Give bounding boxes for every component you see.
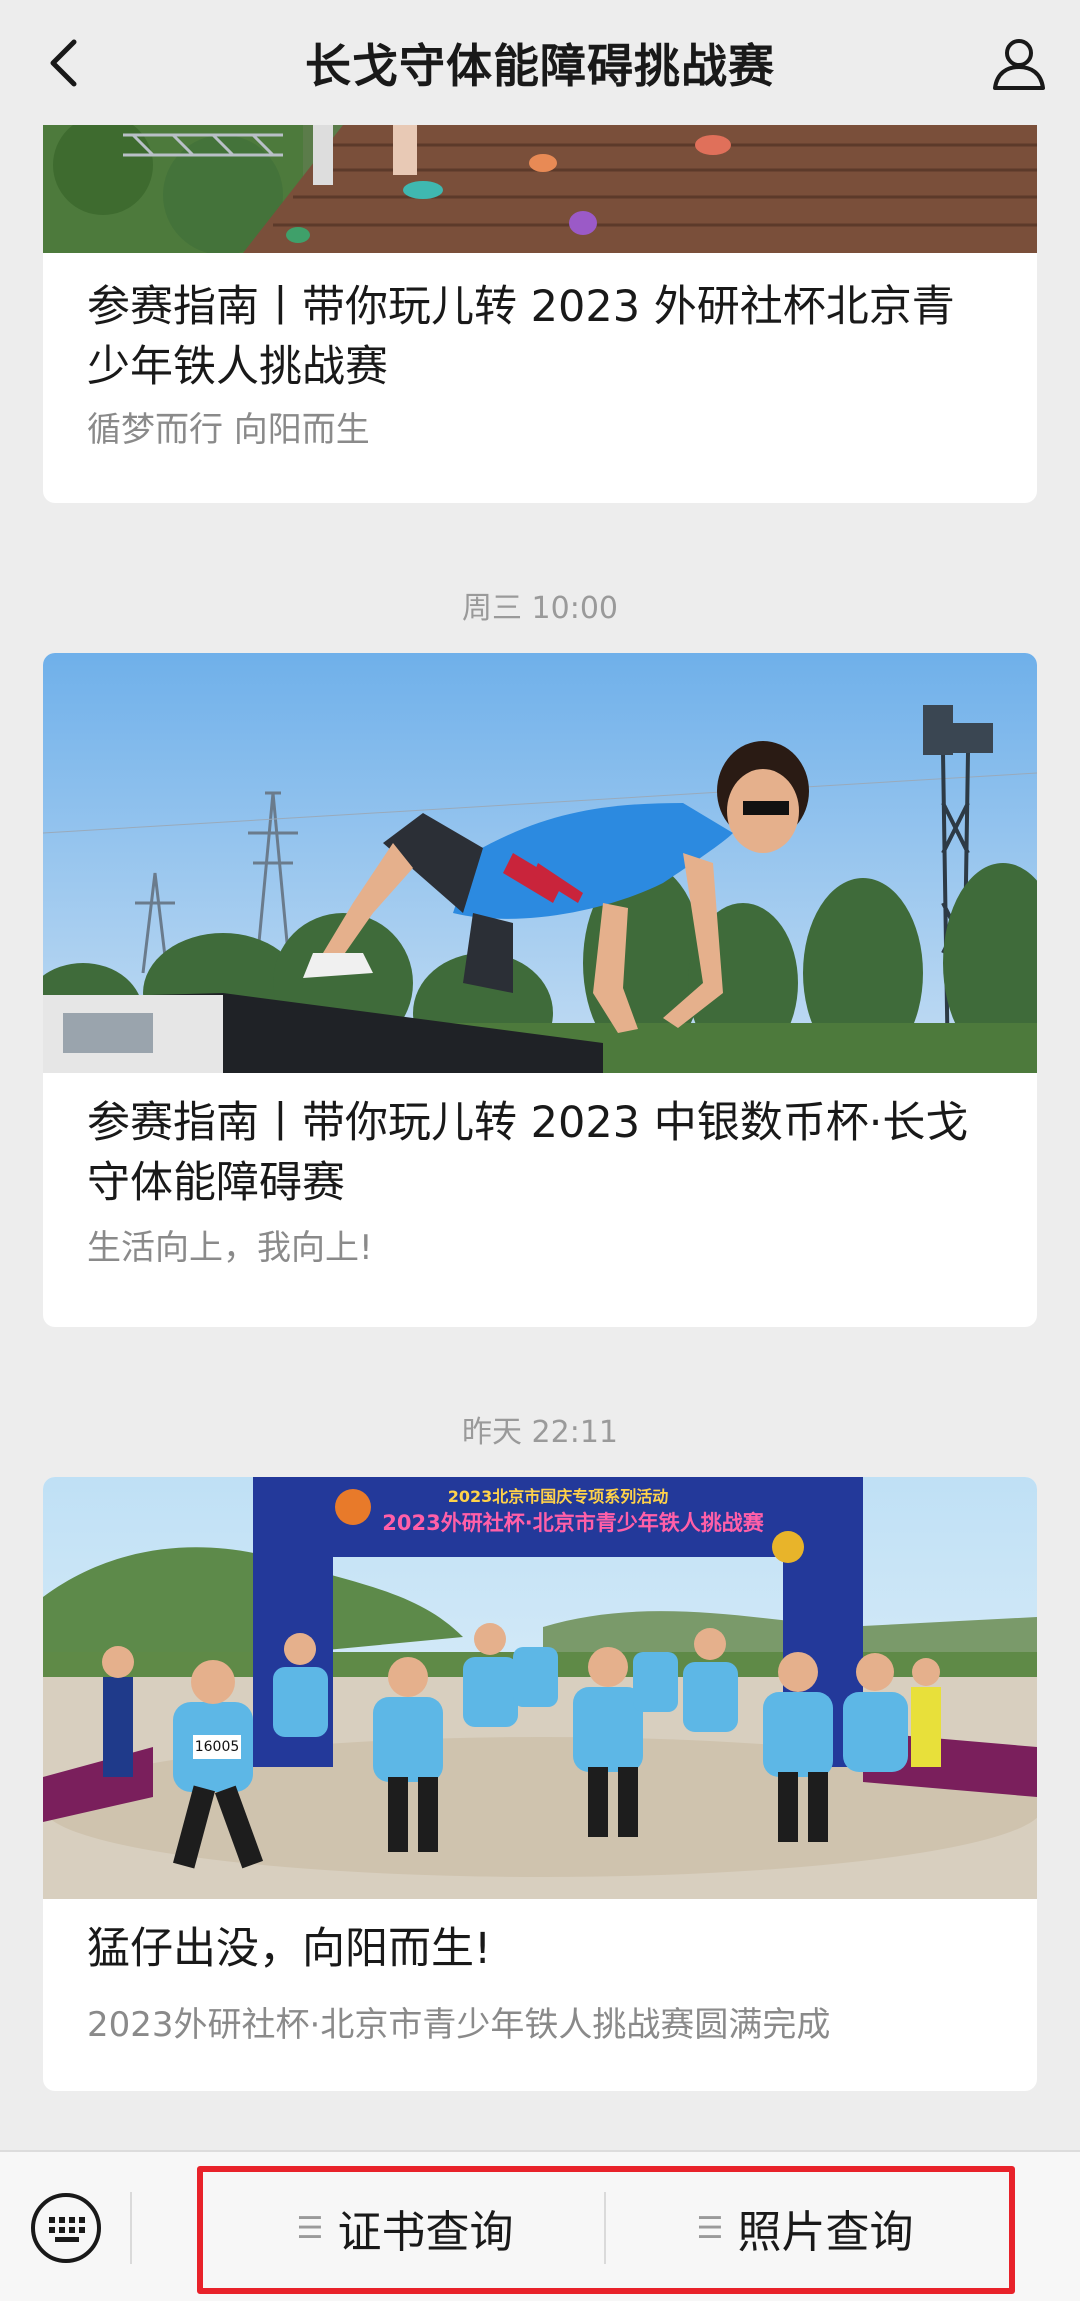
- article-cover-image: [43, 653, 1037, 1073]
- article-feed[interactable]: 参赛指南丨带你玩儿转 2023 外研社杯北京青少年铁人挑战赛 循梦而行 向阳而生…: [0, 125, 1080, 2150]
- menu-icon: ☰: [296, 2210, 324, 2246]
- article-title: 参赛指南丨带你玩儿转 2023 外研社杯北京青少年铁人挑战赛: [87, 282, 955, 392]
- image-banner-main: 2023外研社杯·北京市青少年铁人挑战赛: [382, 1511, 764, 1535]
- bottom-menu-bar: ☰ 证书查询 ☰ 照片查询: [0, 2150, 1080, 2301]
- article-card[interactable]: 参赛指南丨带你玩儿转 2023 外研社杯北京青少年铁人挑战赛 循梦而行 向阳而生: [43, 125, 1037, 503]
- keyboard-toggle-button[interactable]: [28, 2190, 104, 2266]
- photo-query-button[interactable]: ☰ 照片查询: [610, 2182, 1000, 2274]
- article-cover-image: [43, 125, 1037, 253]
- user-icon: [993, 39, 1045, 90]
- article-subtitle: 2023外研社杯·北京市青少年铁人挑战赛圆满完成: [87, 2005, 831, 2045]
- certificate-query-button[interactable]: ☰ 证书查询: [210, 2182, 600, 2274]
- article-cover-image: 2023北京市国庆专项系列活动 2023外研社杯·北京市青少年铁人挑战赛 160…: [43, 1477, 1037, 1899]
- back-button[interactable]: [34, 34, 92, 92]
- image-banner-top: 2023北京市国庆专项系列活动: [447, 1487, 669, 1506]
- article-title: 参赛指南丨带你玩儿转 2023 中银数币杯·长戈守体能障碍赛: [87, 1098, 969, 1208]
- keyboard-icon: [31, 2193, 101, 2263]
- bib-number: 16005: [193, 1735, 241, 1759]
- profile-button[interactable]: [988, 32, 1050, 94]
- article-subtitle: 循梦而行 向阳而生: [87, 410, 370, 450]
- article-title: 猛仔出没，向阳而生!: [87, 1924, 492, 1974]
- page-title: 长戈守体能障碍挑战赛: [305, 38, 775, 93]
- menu-icon: ☰: [696, 2210, 724, 2246]
- message-timestamp: 昨天 22:11: [462, 1415, 618, 1450]
- divider: [130, 2192, 132, 2264]
- chevron-left-icon: [50, 39, 77, 87]
- message-timestamp: 周三 10:00: [462, 591, 618, 626]
- menu-button-label: 照片查询: [737, 2207, 914, 2258]
- article-card[interactable]: 2023北京市国庆专项系列活动 2023外研社杯·北京市青少年铁人挑战赛 160…: [43, 1477, 1037, 2091]
- article-subtitle: 生活向上，我向上!: [87, 1228, 373, 1268]
- menu-button-label: 证书查询: [337, 2207, 514, 2258]
- article-card[interactable]: 参赛指南丨带你玩儿转 2023 中银数币杯·长戈守体能障碍赛 生活向上，我向上!: [43, 653, 1037, 1327]
- nav-header: 长戈守体能障碍挑战赛: [0, 0, 1080, 125]
- divider: [604, 2192, 606, 2264]
